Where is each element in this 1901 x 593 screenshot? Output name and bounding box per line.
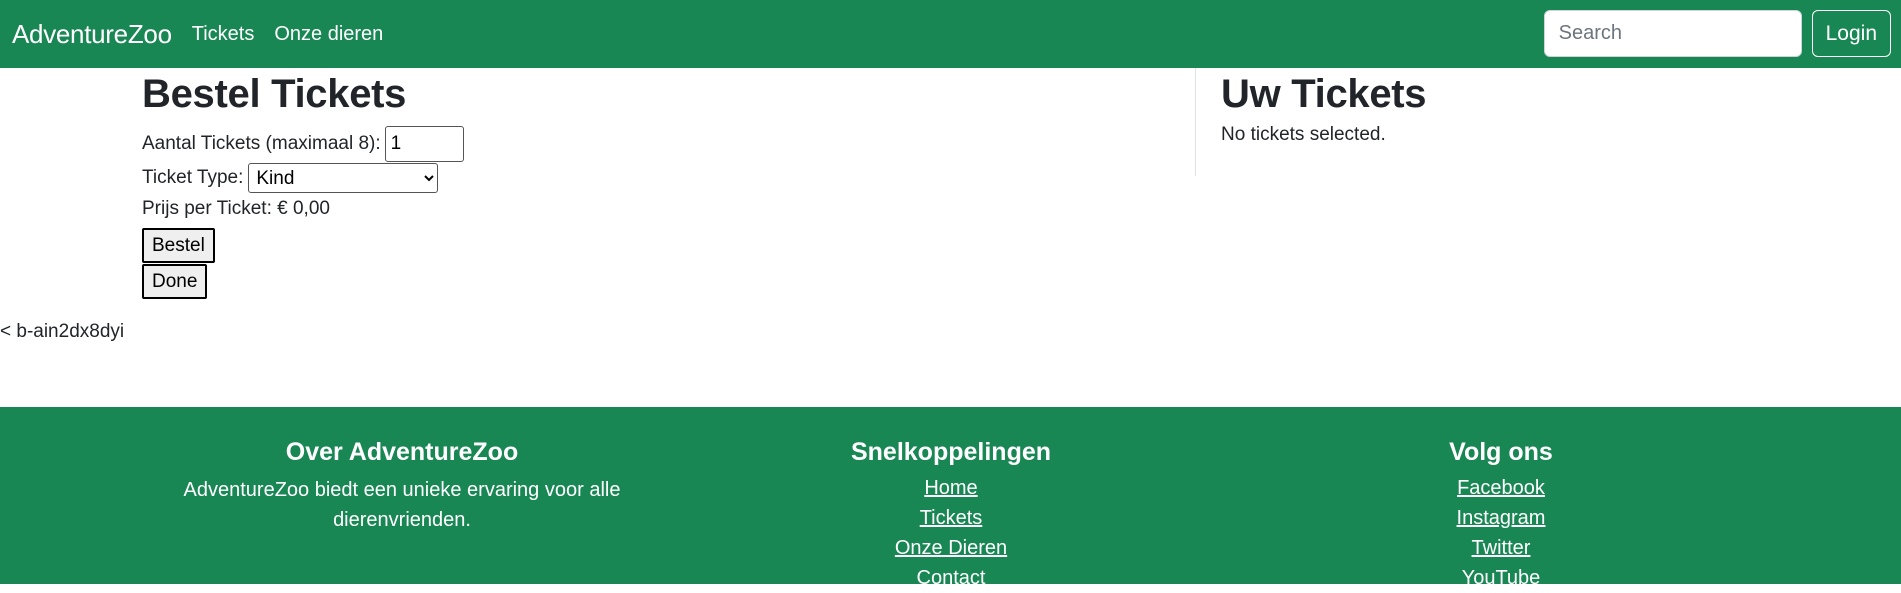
stray-text: < b-ain2dx8dyi: [0, 321, 125, 342]
price-row: Prijs per Ticket: € 0,00: [142, 194, 464, 224]
footer-about-title: Over AdventureZoo: [285, 438, 519, 466]
footer-about-text: AdventureZoo biedt een unieke ervaring v…: [183, 479, 621, 531]
footer-link-onze-dieren[interactable]: Onze Dieren: [895, 537, 1007, 559]
price-label: Prijs per Ticket: € 0,00: [142, 198, 330, 219]
footer-link-tickets[interactable]: Tickets: [920, 507, 983, 529]
footer-follow: Volg ons Facebook Instagram Twitter YouT…: [1351, 437, 1651, 593]
footer-follow-list: Facebook Instagram Twitter YouTube: [1351, 473, 1651, 593]
quantity-row: Aantal Tickets (maximaal 8):: [142, 126, 464, 162]
ticket-type-row: Ticket Type: Kind: [142, 162, 464, 194]
ticket-type-label: Ticket Type:: [142, 167, 244, 188]
footer-links-title: Snelkoppelingen: [850, 438, 1052, 466]
footer-link-home[interactable]: Home: [924, 477, 977, 499]
footer-link-instagram[interactable]: Instagram: [1457, 507, 1546, 529]
footer-links: Snelkoppelingen Home Tickets Onze Dieren…: [801, 437, 1101, 593]
tickets-empty-message: No tickets selected.: [1221, 124, 1386, 145]
footer-follow-title: Volg ons: [1449, 438, 1553, 466]
navbar: AdventureZoo Tickets Onze dieren Login: [0, 0, 1901, 68]
brand-link[interactable]: AdventureZoo: [12, 19, 172, 50]
footer-link-twitter[interactable]: Twitter: [1472, 537, 1531, 559]
order-title: Bestel Tickets: [142, 72, 407, 116]
quantity-label: Aantal Tickets (maximaal 8):: [142, 133, 381, 154]
footer-about: Over AdventureZoo AdventureZoo biedt een…: [170, 437, 634, 535]
tickets-title: Uw Tickets: [1221, 72, 1427, 116]
footer-link-youtube[interactable]: YouTube: [1462, 567, 1541, 589]
nav-link-onze-dieren[interactable]: Onze dieren: [274, 23, 383, 46]
tickets-panel: Uw Tickets No tickets selected.: [1221, 70, 1427, 146]
ticket-type-select[interactable]: Kind: [248, 163, 439, 193]
footer-link-contact[interactable]: Contact: [917, 567, 986, 589]
nav-link-tickets[interactable]: Tickets: [192, 23, 255, 46]
login-button[interactable]: Login: [1811, 10, 1891, 57]
done-button[interactable]: Done: [142, 264, 208, 299]
footer-links-list: Home Tickets Onze Dieren Contact: [801, 473, 1101, 593]
footer: Over AdventureZoo AdventureZoo biedt een…: [0, 407, 1901, 589]
nav-right: Login: [1543, 10, 1891, 57]
footer-link-facebook[interactable]: Facebook: [1457, 477, 1545, 499]
bestel-button[interactable]: Bestel: [142, 228, 215, 263]
order-panel: Bestel Tickets Aantal Tickets (maximaal …: [142, 70, 464, 299]
nav-links: Tickets Onze dieren: [192, 23, 404, 46]
quantity-input[interactable]: [384, 126, 464, 162]
search-input[interactable]: [1543, 10, 1802, 57]
vertical-divider: [1195, 68, 1196, 176]
